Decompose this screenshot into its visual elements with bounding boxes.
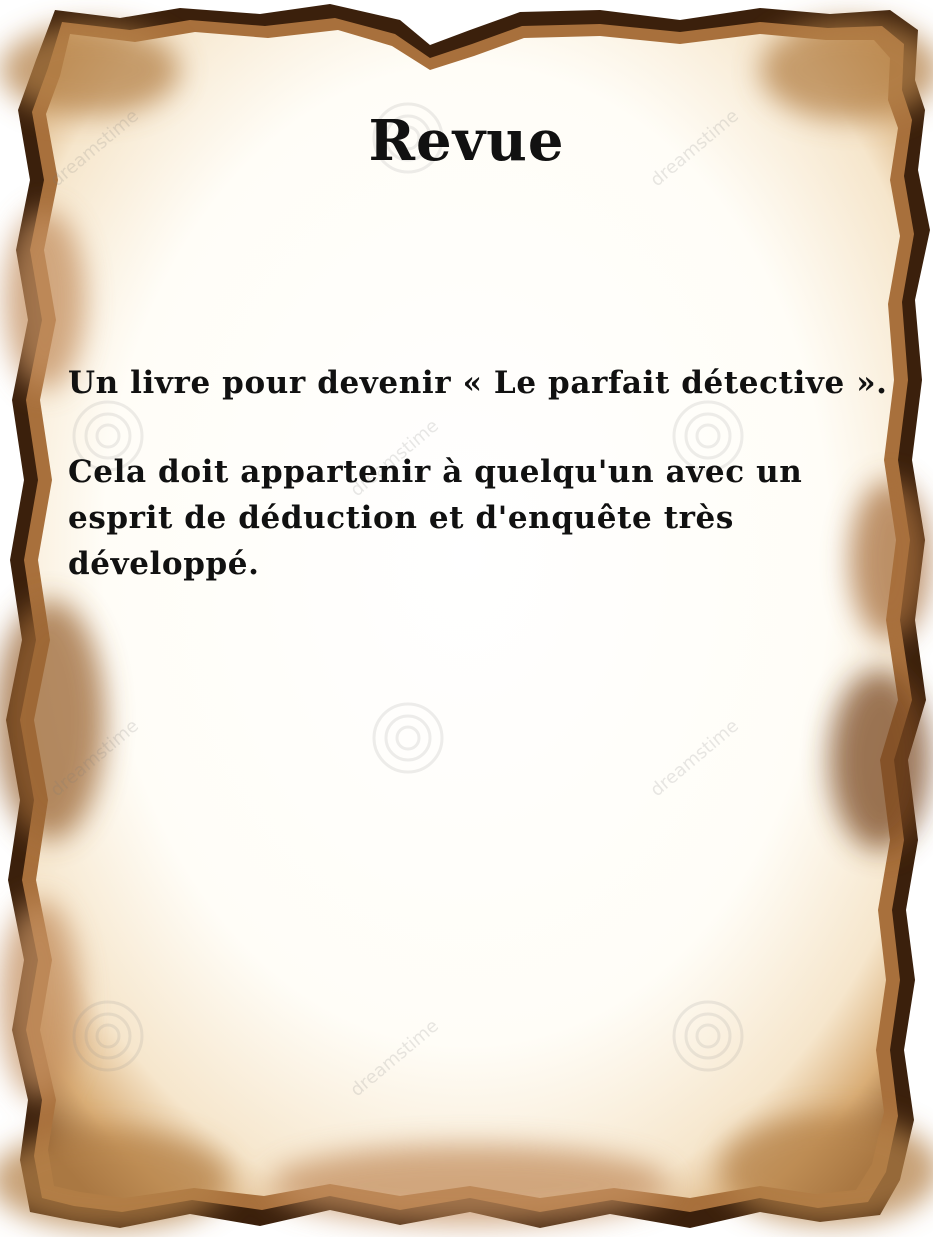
- scorch-patch-top-left: [0, 25, 180, 115]
- body-line-1: Un livre pour devenir « Le parfait détec…: [68, 365, 888, 401]
- body-line-2: Cela doit appartenir à quelqu'un avec un: [68, 454, 803, 490]
- parchment-background: [0, 4, 933, 1230]
- scorch-patch-bottom-right: [720, 1115, 933, 1225]
- scorch-patch-bottom-left: [0, 1130, 230, 1230]
- page-title: Revue: [368, 108, 565, 174]
- burnt-parchment-page: dreamstime dreamstime dreamstime dreamst…: [0, 0, 933, 1237]
- scorch-patch-left-lower: [0, 900, 80, 1100]
- scorch-patch-bottom-mid: [270, 1145, 670, 1225]
- paper-body: [34, 30, 900, 1198]
- scorch-patch-right-mid: [830, 670, 930, 850]
- scorch-patch-left-mid: [0, 600, 105, 840]
- body-line-3: esprit de déduction et d'enquête très dé…: [68, 500, 734, 582]
- scorch-patch-top-right: [760, 20, 933, 120]
